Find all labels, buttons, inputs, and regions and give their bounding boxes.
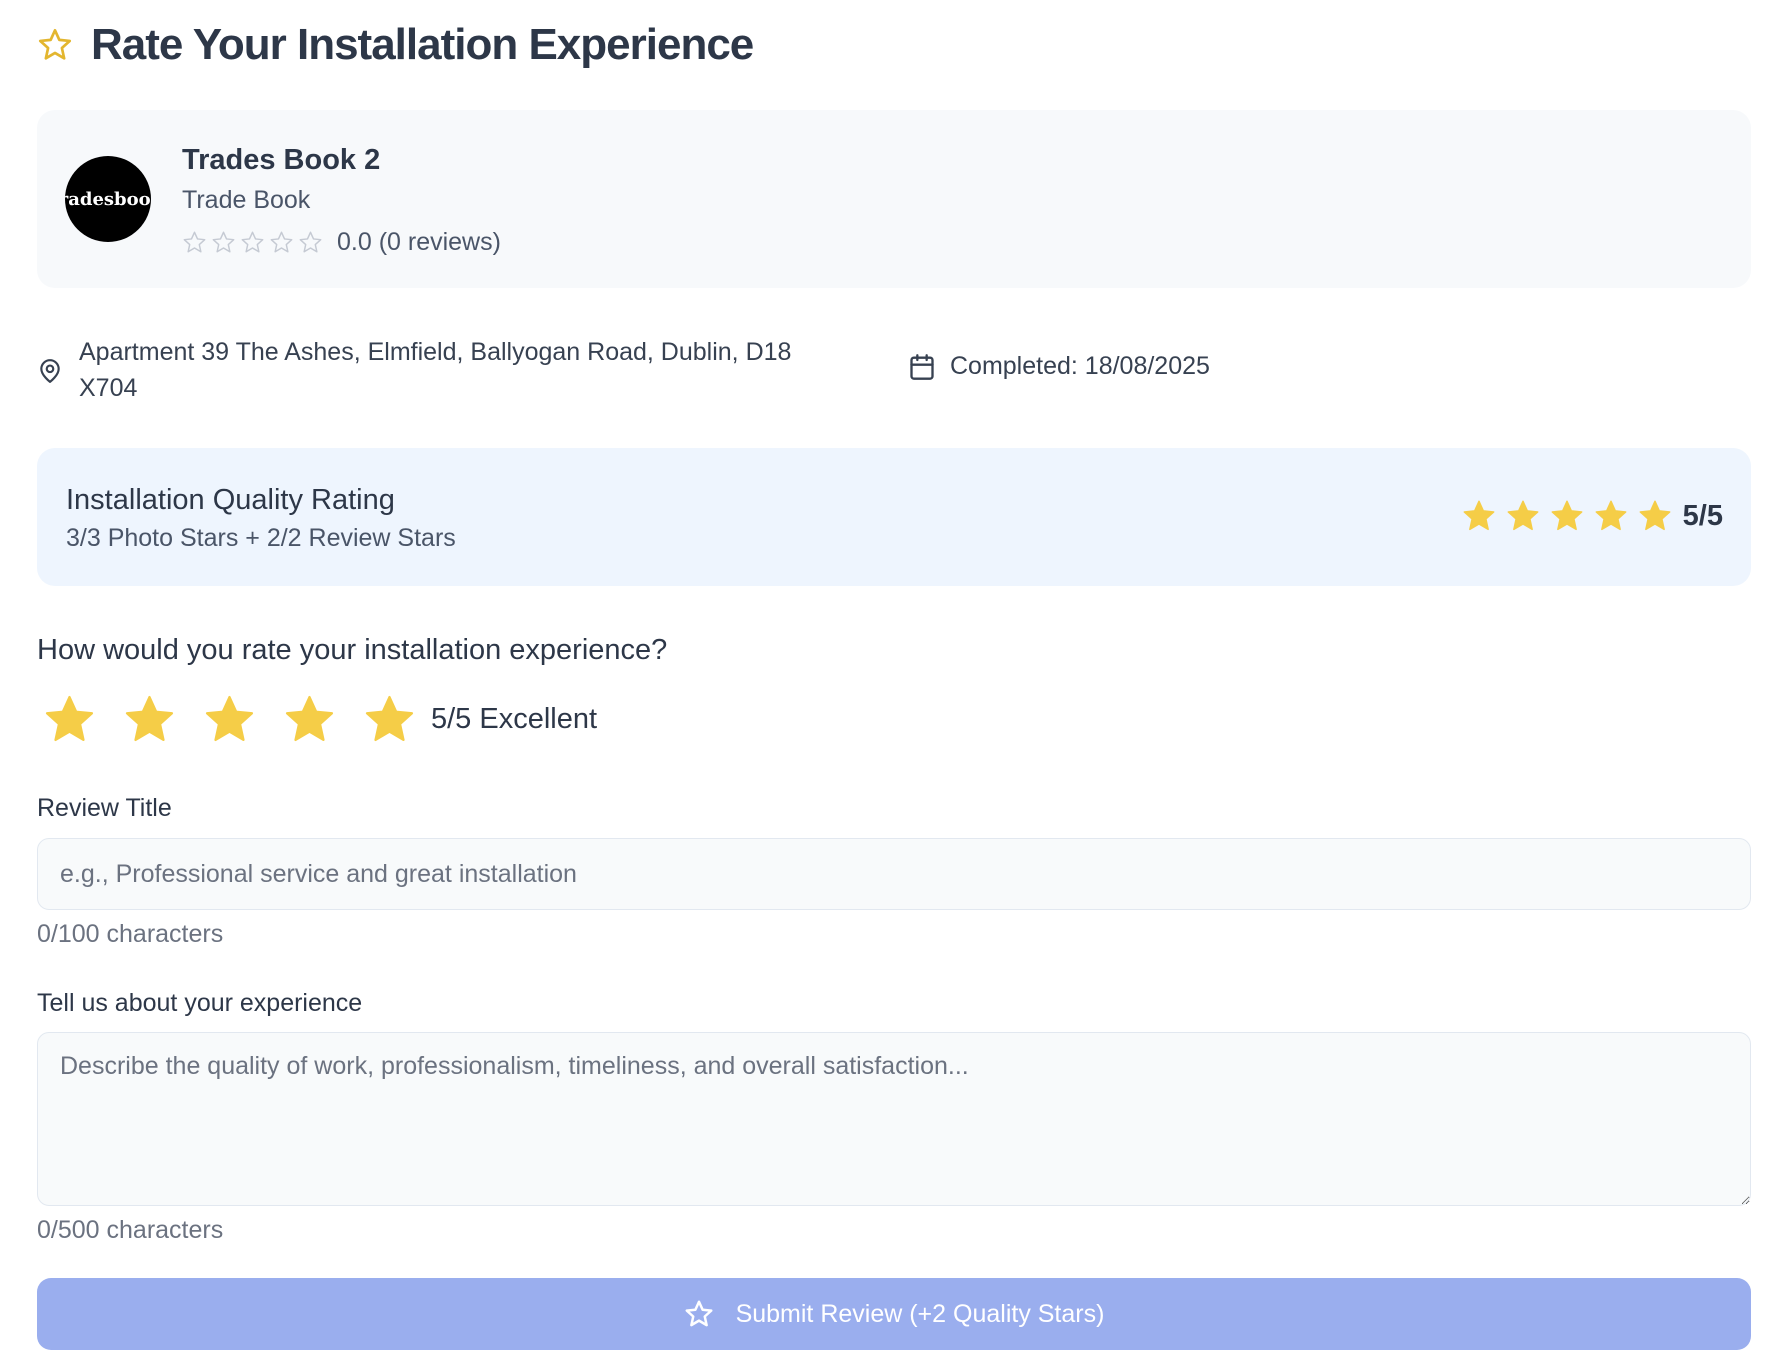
professional-card: Tradesbook. Trades Book 2 Trade Book 0.0… [37,110,1751,288]
quality-title: Installation Quality Rating [66,484,395,516]
review-title-input[interactable] [37,838,1751,910]
company-logo: Tradesbook. [65,156,151,242]
quality-star-row [1461,498,1673,534]
quality-score: 5/5 [1682,499,1723,532]
rating-star-buttons [42,692,417,747]
quality-stars: 5/5 [1461,498,1723,534]
experience-counter: 0/500 characters [37,1216,224,1244]
submit-label: Submit Review (+2 Quality Stars) [735,1299,1105,1328]
professional-rating: 0.0 (0 reviews) [182,228,501,257]
rating-label: 5/5 Excellent [431,703,598,735]
star-filled-icon [1595,500,1627,531]
address-text: Apartment 39 The Ashes, Elmfield, Ballyo… [79,338,792,402]
page-header: Rate Your Installation Experience [37,20,754,70]
job-address: Apartment 39 The Ashes, Elmfield, Ballyo… [37,334,829,406]
star-filled-icon [1463,500,1495,531]
star-outline-icon [685,1300,713,1327]
page-title: Rate Your Installation Experience [91,20,754,69]
review-title-label: Review Title [37,794,172,822]
quality-subtitle: 3/3 Photo Stars + 2/2 Review Stars [66,524,456,552]
quality-rating-card: Installation Quality Rating 3/3 Photo St… [37,448,1751,586]
star-filled-icon [1639,500,1671,531]
rating-star-button[interactable] [282,692,337,747]
professional-rating-text: 0.0 (0 reviews) [337,228,501,256]
professional-role: Trade Book [182,186,311,214]
rating-input: 5/5 Excellent [42,692,597,747]
star-empty-icon [299,231,322,253]
star-empty-icon [241,231,264,253]
submit-review-button[interactable]: Submit Review (+2 Quality Stars) [37,1278,1751,1350]
experience-label: Tell us about your experience [37,989,363,1017]
star-empty-icon [270,231,293,253]
star-empty-icon [212,231,235,253]
calendar-icon [910,353,934,380]
rating-star-button[interactable] [202,692,257,747]
professional-name: Trades Book 2 [182,144,381,176]
completion-date: Completed: 18/08/2025 [908,352,1210,381]
logo-text: Tradesbook. [65,188,151,210]
rating-question: How would you rate your installation exp… [37,634,668,666]
rating-star-button[interactable] [362,692,417,747]
experience-textarea[interactable] [37,1032,1751,1206]
rating-star-button[interactable] [42,692,97,747]
star-filled-icon [1551,500,1583,531]
professional-rating-stars [182,230,323,255]
star-filled-icon [1507,500,1539,531]
rating-star-button[interactable] [122,692,177,747]
map-pin-icon [40,359,60,383]
review-title-counter: 0/100 characters [37,920,224,948]
review-page: Rate Your Installation Experience Trades… [0,0,1780,1366]
completed-text: Completed: 18/08/2025 [950,352,1210,380]
star-outline-icon [38,28,72,60]
star-empty-icon [183,231,206,253]
